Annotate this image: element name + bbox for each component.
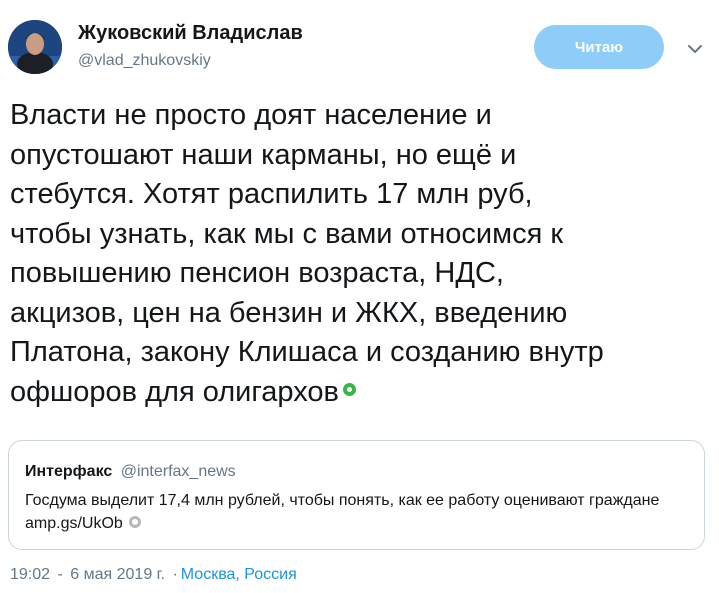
quoted-tweet-handle: @interfax_news	[120, 463, 236, 480]
tweet-text: Власти не просто доят население и опусто…	[10, 96, 710, 412]
author-handle[interactable]: @vlad_zhukovskiy	[78, 52, 211, 70]
green-circle-emoji-icon	[342, 383, 356, 397]
grey-circle-emoji-icon	[128, 515, 141, 528]
chevron-down-icon[interactable]	[686, 40, 704, 58]
follow-button[interactable]: Читаю	[534, 25, 664, 69]
location-separator: ·	[172, 566, 178, 583]
tweet-location-link[interactable]: Москва, Россия	[181, 566, 297, 583]
quoted-tweet-name: Интерфакс	[25, 463, 113, 480]
quoted-tweet-text: Госдума выделит 17,4 млн рублей, чтобы п…	[25, 489, 685, 535]
tweet-metadata: 19:02 - 6 мая 2019 г. · Москва, Россия	[10, 566, 297, 584]
tweet-time[interactable]: 19:02	[10, 566, 50, 583]
avatar-image	[8, 20, 62, 74]
tweet-body: Власти не просто доят население и опусто…	[10, 99, 604, 408]
time-date-separator: -	[57, 566, 63, 583]
tweet-date[interactable]: 6 мая 2019 г.	[70, 566, 165, 583]
author-name[interactable]: Жуковский Владислав	[78, 22, 303, 45]
author-avatar[interactable]	[8, 20, 62, 74]
quoted-tweet-card[interactable]: Интерфакс @interfax_news Госдума выделит…	[8, 440, 705, 550]
quoted-tweet-author: Интерфакс @interfax_news	[25, 463, 236, 481]
quoted-tweet-body: Госдума выделит 17,4 млн рублей, чтобы п…	[25, 492, 660, 532]
